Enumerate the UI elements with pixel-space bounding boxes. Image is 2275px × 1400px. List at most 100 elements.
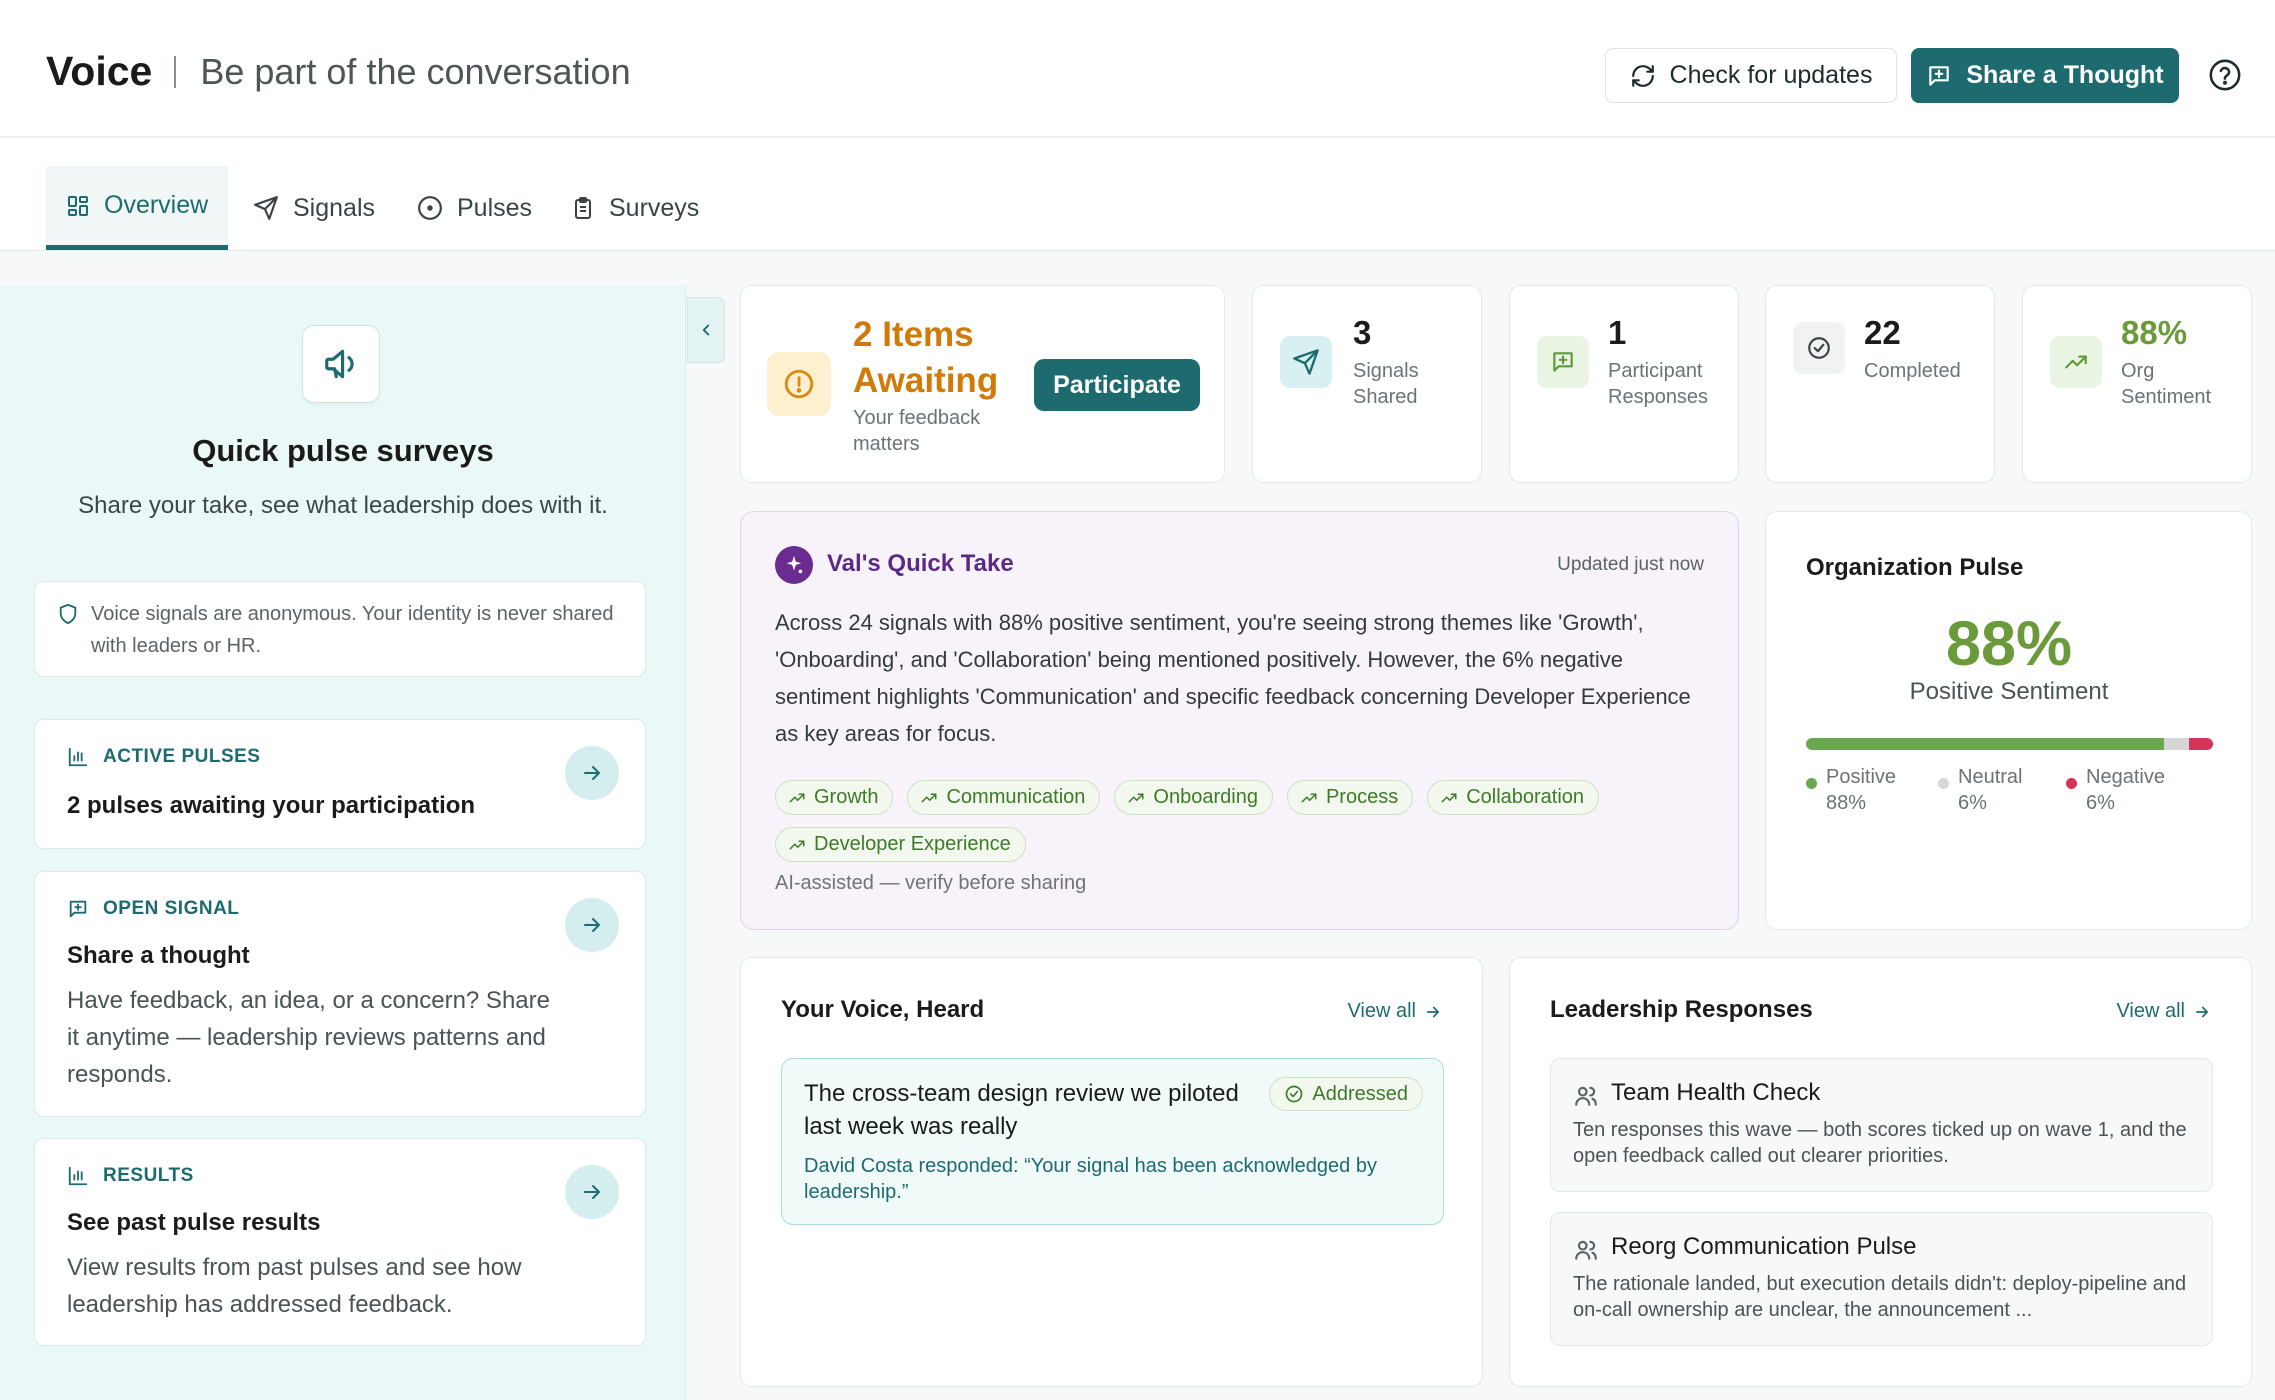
collapse-panel-button[interactable]	[687, 297, 725, 363]
view-all-link[interactable]: View all	[2116, 1000, 2211, 1023]
completed-count: 22	[1864, 314, 1901, 351]
legend-negative: Negative 6%	[2066, 764, 2165, 816]
check-updates-button[interactable]: Check for updates	[1605, 48, 1897, 103]
open-signal-kicker: OPEN SIGNAL	[67, 898, 239, 920]
shield-icon	[57, 602, 79, 626]
legend-value: 6%	[1958, 792, 1987, 814]
brand: Voice Be part of the conversation	[46, 48, 631, 95]
response-desc: Ten responses this wave — both scores ti…	[1573, 1119, 2187, 1167]
vals-quick-take-body: Across 24 signals with 88% positive sent…	[775, 610, 1691, 746]
results-kicker: RESULTS	[67, 1165, 194, 1187]
legend-dot	[1806, 778, 1817, 789]
results-title: See past pulse results	[67, 1209, 321, 1236]
arrow-right-icon[interactable]	[565, 1165, 619, 1219]
ai-disclaimer: AI-assisted — verify before sharing	[775, 872, 1087, 894]
leadership-response-item[interactable]: Reorg Communication Pulse The rationale …	[1550, 1212, 2213, 1346]
tab-surveys[interactable]: Surveys	[551, 166, 719, 250]
theme-tag-communication[interactable]: Communication	[907, 780, 1101, 815]
leadership-responses-card: Leadership Responses View all Team Healt…	[1509, 957, 2252, 1387]
alert-circle-icon	[767, 352, 831, 416]
tab-bar: Overview Signals Pulses Surveys	[0, 138, 2275, 251]
users-icon	[1573, 1237, 1599, 1263]
arrow-right-icon	[2193, 1003, 2211, 1021]
sentiment-bar	[1806, 738, 2213, 750]
tab-label: Surveys	[609, 193, 700, 222]
trending-up-icon	[788, 789, 806, 807]
kicker-label: ACTIVE PULSES	[103, 746, 261, 767]
response-title: Reorg Communication Pulse	[1611, 1233, 1917, 1260]
message-plus-icon	[1537, 336, 1589, 388]
check-circle-icon	[1793, 322, 1845, 374]
clipboard-icon	[571, 195, 595, 221]
sentiment-bar-positive	[1806, 738, 2165, 750]
theme-tag-developer-experience[interactable]: Developer Experience	[775, 827, 1026, 862]
sparkle-icon	[775, 546, 813, 584]
vals-quick-take-card: Val's Quick Take Updated just now Across…	[740, 511, 1739, 930]
view-all-link[interactable]: View all	[1347, 1000, 1442, 1023]
awaiting-title: 2 Items Awaiting	[853, 315, 999, 400]
share-thought-label: Share a Thought	[1966, 61, 2164, 89]
tab-label: Overview	[104, 191, 209, 219]
send-icon	[253, 195, 279, 221]
left-panel: Quick pulse surveys Share your take, see…	[0, 285, 686, 1400]
responses-count: 1	[1608, 314, 1627, 351]
response-desc: The rationale landed, but execution deta…	[1573, 1273, 2187, 1321]
app-header: Voice Be part of the conversation Check …	[0, 0, 2275, 137]
target-icon	[417, 195, 443, 221]
tag-label: Process	[1325, 786, 1399, 808]
active-pulses-kicker: ACTIVE PULSES	[67, 746, 260, 768]
status-label: Addressed	[1312, 1082, 1408, 1105]
megaphone-icon	[302, 325, 380, 403]
trending-up-icon	[788, 836, 806, 854]
anonymity-notice: Voice signals are anonymous. Your identi…	[34, 581, 646, 677]
share-thought-button[interactable]: Share a Thought	[1911, 48, 2179, 103]
signals-count: 3	[1353, 314, 1372, 351]
org-pulse-title: Organization Pulse	[1806, 554, 2024, 581]
legend-label: Negative	[2086, 766, 2165, 788]
org-pulse-percent: 88%	[1945, 609, 2073, 679]
sentiment-stat-card: 88% Org Sentiment	[2022, 285, 2252, 483]
arrow-right-icon[interactable]	[565, 746, 619, 800]
view-all-label: View all	[2116, 1000, 2185, 1022]
tab-overview[interactable]: Overview	[46, 166, 229, 250]
legend-value: 88%	[1826, 792, 1867, 814]
responses-stat-card: 1 Participant Responses	[1509, 285, 1739, 483]
leadership-response-item[interactable]: Team Health Check Ten responses this wav…	[1550, 1058, 2213, 1192]
legend-positive: Positive 88%	[1806, 764, 1896, 816]
tag-label: Growth	[814, 786, 879, 808]
open-signal-card[interactable]: OPEN SIGNAL Share a thought Have feedbac…	[34, 871, 646, 1117]
completed-label: Completed	[1864, 360, 1961, 382]
completed-stat-card: 22 Completed	[1765, 285, 1995, 483]
tab-pulses[interactable]: Pulses	[397, 166, 552, 250]
trending-up-icon	[1440, 789, 1458, 807]
theme-tag-onboarding[interactable]: Onboarding	[1114, 780, 1273, 815]
participate-button[interactable]: Participate	[1034, 359, 1200, 411]
tag-label: Collaboration	[1466, 786, 1585, 808]
active-pulses-card[interactable]: ACTIVE PULSES 2 pulses awaiting your par…	[34, 719, 646, 849]
tab-signals[interactable]: Signals	[233, 166, 395, 250]
signal-item[interactable]: The cross-team design review we piloted …	[781, 1058, 1444, 1225]
view-all-label: View all	[1347, 1000, 1416, 1022]
responses-label: Participant Responses	[1608, 360, 1709, 408]
arrow-right-icon[interactable]	[565, 898, 619, 952]
bar-chart-icon	[67, 1165, 89, 1187]
vals-quick-take-title: Val's Quick Take	[827, 550, 1014, 577]
results-card[interactable]: RESULTS See past pulse results View resu…	[34, 1138, 646, 1346]
help-icon[interactable]	[2208, 58, 2242, 92]
tag-label: Communication	[946, 786, 1086, 808]
trending-up-icon	[1127, 789, 1145, 807]
theme-tag-collaboration[interactable]: Collaboration	[1427, 780, 1600, 815]
awaiting-subtitle: Your feedback matters	[853, 407, 981, 455]
signals-label: Signals Shared	[1353, 360, 1419, 408]
theme-tag-growth[interactable]: Growth	[775, 780, 894, 815]
sentiment-value: 88%	[2121, 314, 2188, 351]
tag-label: Developer Experience	[814, 833, 1011, 855]
refresh-icon	[1630, 63, 1656, 89]
users-icon	[1573, 1083, 1599, 1109]
theme-tag-process[interactable]: Process	[1286, 780, 1414, 815]
trending-up-icon	[920, 789, 938, 807]
tag-label: Onboarding	[1153, 786, 1258, 808]
leadership-responses-title: Leadership Responses	[1550, 996, 1813, 1023]
trending-up-icon	[2050, 336, 2102, 388]
brand-name: Voice	[46, 48, 153, 94]
